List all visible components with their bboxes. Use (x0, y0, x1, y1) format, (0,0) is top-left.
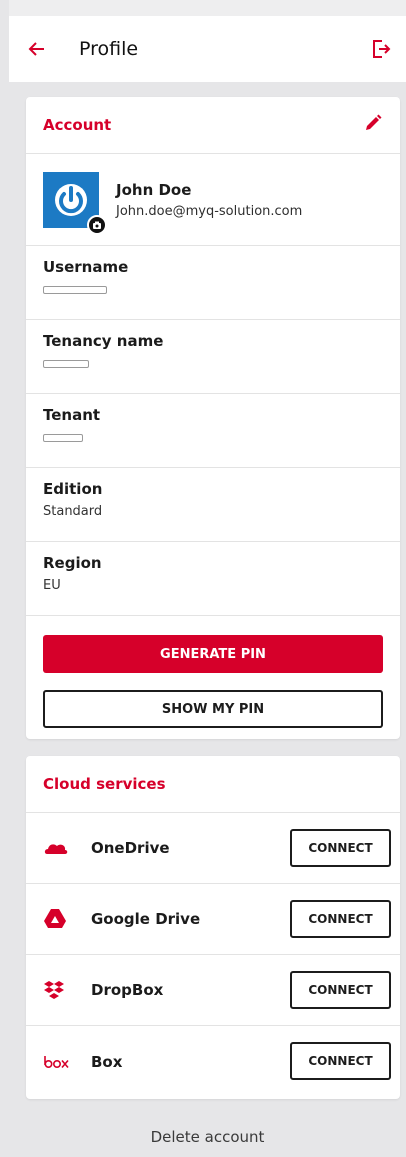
redacted-value (43, 286, 107, 294)
logout-icon[interactable] (370, 38, 392, 60)
account-section-title: Account (43, 116, 112, 134)
user-profile-row: John Doe John.doe@myq-solution.com (26, 154, 400, 246)
field-username: Username (26, 246, 400, 320)
connect-google-drive-button[interactable]: CONNECT (290, 900, 391, 938)
user-info: John Doe John.doe@myq-solution.com (116, 181, 302, 219)
app-header: Profile (9, 16, 406, 82)
user-email: John.doe@myq-solution.com (116, 203, 303, 219)
field-label: Region (43, 554, 102, 572)
power-logo-icon (55, 183, 87, 216)
cloud-card-header: Cloud services (26, 756, 400, 813)
connect-onedrive-button[interactable]: CONNECT (290, 829, 391, 867)
back-arrow-icon[interactable] (27, 38, 49, 60)
cloud-services-card: Cloud services OneDrive CONNECT Google D… (26, 756, 400, 1099)
field-region: Region EU (26, 542, 400, 616)
service-row-onedrive: OneDrive CONNECT (26, 813, 400, 884)
avatar[interactable] (43, 171, 107, 235)
account-card-header: Account (26, 97, 400, 154)
page-title: Profile (79, 38, 139, 60)
redacted-value (43, 360, 89, 368)
field-label: Tenant (43, 406, 101, 424)
pin-actions: GENERATE PIN SHOW MY PIN (26, 616, 400, 728)
field-tenant: Tenant (26, 394, 400, 468)
generate-pin-button[interactable]: GENERATE PIN (43, 635, 383, 673)
camera-icon[interactable] (87, 214, 107, 235)
connect-box-button[interactable]: CONNECT (290, 1042, 391, 1080)
dropbox-icon (43, 979, 73, 1001)
service-name: OneDrive (91, 839, 170, 857)
service-row-box: Box CONNECT (26, 1026, 400, 1097)
field-label: Edition (43, 480, 103, 498)
delete-account-link[interactable]: Delete account (9, 1128, 406, 1146)
box-icon (43, 1055, 73, 1069)
field-value: EU (43, 578, 61, 593)
redacted-value (43, 434, 83, 442)
show-my-pin-button[interactable]: SHOW MY PIN (43, 690, 383, 728)
status-strip (9, 0, 406, 16)
field-label: Username (43, 258, 129, 276)
edit-pencil-icon[interactable] (363, 113, 383, 137)
user-name: John Doe (116, 180, 192, 199)
service-row-google-drive: Google Drive CONNECT (26, 884, 400, 955)
profile-screen: Profile Account John Doe John.doe@myq-so… (9, 0, 406, 1157)
connect-dropbox-button[interactable]: CONNECT (290, 971, 391, 1009)
field-edition: Edition Standard (26, 468, 400, 542)
service-name: Google Drive (91, 910, 201, 928)
google-drive-icon (43, 908, 73, 930)
field-label: Tenancy name (43, 332, 164, 350)
service-name: Box (91, 1052, 123, 1071)
service-name: DropBox (91, 981, 164, 999)
service-row-dropbox: DropBox CONNECT (26, 955, 400, 1026)
onedrive-icon (43, 840, 73, 856)
field-tenancy-name: Tenancy name (26, 320, 400, 394)
cloud-section-title: Cloud services (43, 775, 166, 793)
account-card: Account John Doe John.doe@myq-solution.c… (26, 97, 400, 739)
field-value: Standard (43, 504, 103, 519)
